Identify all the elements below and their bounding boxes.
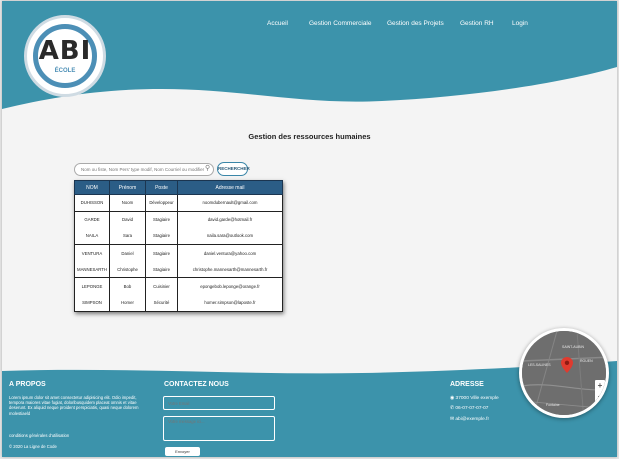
column-header-prenom: Prénom (109, 180, 146, 195)
footer-terms-link[interactable]: conditions générales d'utilisation (9, 433, 69, 438)
footer-about-title: A PROPOS (9, 381, 46, 388)
table-row[interactable]: VENTURA Daniel Stagiaire daniel.ventura@… (74, 244, 283, 262)
top-nav: Accueil Gestion Commerciale Gestion des … (2, 20, 617, 32)
cell-poste: Stagiaire (145, 261, 178, 278)
nav-accueil[interactable]: Accueil (267, 20, 288, 27)
cell-prenom: Christophe (109, 261, 146, 278)
cell-nom: MANNESARTH (74, 261, 110, 278)
table-row[interactable]: LEPONGE Bob Cuisinier epongebob.leponge@… (74, 277, 283, 295)
nav-gestion-projets[interactable]: Gestion des Projets (387, 20, 444, 27)
nav-gestion-rh[interactable]: Gestion RH (460, 20, 494, 27)
contact-email-field[interactable] (163, 396, 275, 410)
contact-send-button[interactable]: Envoyer (165, 447, 200, 456)
cell-poste: Stagiaire (145, 244, 178, 262)
cell-nom: SIMPSON (74, 294, 110, 312)
table-row[interactable]: NAILA Sara Stagiaire naila.sara@outlook.… (74, 227, 283, 245)
nav-login[interactable]: Login (512, 20, 528, 27)
address-email-text[interactable]: abi@exemple.fr (455, 417, 489, 422)
footer-address-email: ✉ abi@exemple.fr (450, 417, 489, 422)
cell-prenom: Noom (109, 194, 146, 212)
nav-gestion-commerciale[interactable]: Gestion Commerciale (309, 20, 372, 27)
column-header-nom: NOM (74, 180, 110, 195)
cell-prenom: Homer (109, 294, 146, 312)
phone-icon: ✆ (450, 406, 455, 411)
map-label: SAINT-AUBIN (562, 345, 584, 349)
cell-email: homer.simpson@laposte.fr (177, 294, 283, 312)
map-marker-icon[interactable] (561, 357, 573, 373)
footer-contact-title: CONTACTEZ NOUS (164, 381, 229, 388)
search-icon[interactable]: ⚲ (205, 165, 213, 173)
column-header-poste: Poste (145, 180, 178, 195)
page: ABI ÉCOLE Accueil Gestion Commerciale Ge… (2, 1, 617, 457)
table-row[interactable]: SIMPSON Homer Sécurité homer.simpson@lap… (74, 294, 283, 312)
cell-email: epongebob.leponge@orange.fr (177, 277, 283, 295)
cell-nom: GARDE (74, 210, 110, 228)
table-row[interactable]: MANNESARTH Christophe Stagiaire christop… (74, 261, 283, 278)
cell-poste: Développeur (145, 194, 178, 212)
envelope-icon: ✉ (450, 417, 455, 422)
cell-prenom: David (109, 210, 146, 228)
cell-nom: DUHISSON (74, 194, 110, 212)
cell-email: noomdubernault@gmail.com (177, 194, 283, 212)
page-title: Gestion des ressources humaines (248, 132, 371, 141)
cell-poste: Cuisinier (145, 277, 178, 295)
cell-nom: LEPONGE (74, 277, 110, 295)
table-header-row: NOM Prénom Poste Adresse mail (74, 180, 283, 195)
table-row[interactable]: GARDE David Stagiaire david.garde@hotmai… (74, 210, 283, 228)
contact-message-field[interactable] (163, 416, 275, 441)
cell-email: daniel.ventura@yahoo.com (177, 244, 283, 262)
footer-address-phone: ✆ 06-07-07-07-07 (450, 406, 488, 411)
address-location-text: 37000 Ville exemple (455, 396, 499, 401)
search-input[interactable] (74, 163, 214, 176)
footer-address-location: ◉ 37000 Ville exemple (450, 396, 499, 401)
location-pin-icon: ◉ (450, 396, 455, 401)
cell-nom: NAILA (74, 227, 110, 245)
table-row[interactable]: DUHISSON Noom Développeur noomdubernault… (74, 194, 283, 212)
map-zoom-in-button[interactable]: + (595, 380, 605, 391)
map-label: ROUEN (580, 359, 593, 363)
cell-prenom: Sara (109, 227, 146, 245)
cell-prenom: Daniel (109, 244, 146, 262)
logo-subtitle: ÉCOLE (54, 68, 76, 74)
cell-prenom: Bob (109, 277, 146, 295)
cell-poste: Sécurité (145, 294, 178, 312)
map-zoom-out-button[interactable]: − (595, 391, 605, 402)
address-phone-text: 06-07-07-07-07 (455, 406, 489, 411)
cell-poste: Stagiaire (145, 210, 178, 228)
map-label: LES-SALINES (528, 363, 551, 367)
location-map[interactable]: SAINT-AUBIN LES-SALINES ROUEN Fontaine +… (519, 328, 609, 418)
footer-address-title: ADRESSE (450, 381, 484, 388)
cell-email: david.garde@hotmail.fr (177, 210, 283, 228)
cell-poste: Stagiaire (145, 227, 178, 245)
map-zoom-control: + − (595, 380, 605, 402)
search-button[interactable]: RECHERCHER (217, 162, 250, 176)
column-header-email: Adresse mail (177, 180, 283, 195)
footer-about-text: Lorem ipsum dolor sit amet consectetur a… (9, 395, 139, 416)
map-label: Fontaine (546, 403, 560, 407)
cell-email: naila.sara@outlook.com (177, 227, 283, 245)
cell-email: christophe.mannesarth@mannesarth.fr (177, 261, 283, 278)
cell-nom: VENTURA (74, 244, 110, 262)
logo-text: ABI (38, 36, 92, 66)
footer-copyright: © 2020 La Ligne de Code (9, 444, 57, 449)
employees-table: NOM Prénom Poste Adresse mail DUHISSON N… (74, 180, 283, 312)
